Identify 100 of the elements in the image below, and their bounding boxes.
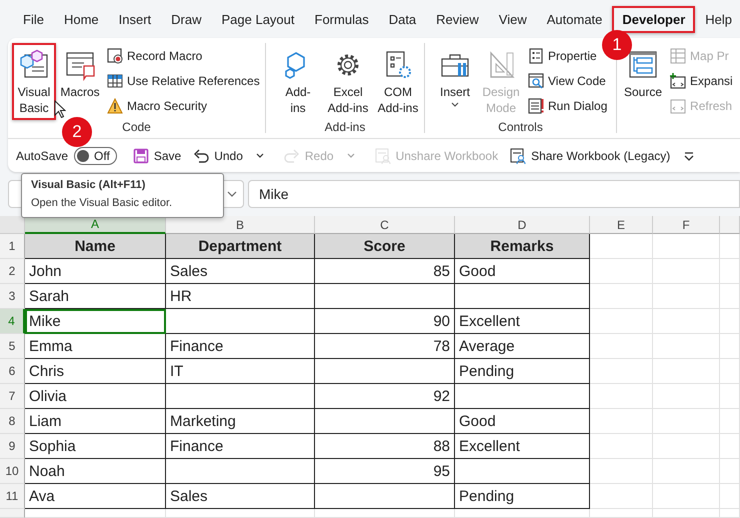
ribbon-button[interactable]: Expansi bbox=[668, 68, 735, 93]
ribbon-button[interactable]: Use Relative References bbox=[105, 68, 262, 93]
row-header[interactable]: 3 bbox=[0, 284, 25, 309]
ribbon-tab[interactable]: Draw bbox=[161, 6, 212, 32]
table-cell: Marketing bbox=[166, 409, 315, 434]
ribbon-tab[interactable]: Automate bbox=[536, 6, 612, 32]
map-table-icon bbox=[670, 48, 686, 64]
table-cell bbox=[590, 284, 653, 309]
ribbon-tab[interactable]: Help bbox=[695, 6, 740, 32]
column-header[interactable]: C bbox=[315, 216, 455, 234]
table-cell: Excellent bbox=[455, 309, 590, 334]
table-cell bbox=[653, 384, 720, 409]
caret-icon bbox=[451, 102, 459, 107]
table-cell bbox=[653, 309, 720, 334]
table-cell bbox=[720, 284, 740, 309]
record-icon bbox=[107, 48, 123, 64]
row-header[interactable]: 5 bbox=[0, 334, 25, 359]
tooltip-title: Visual Basic (Alt+F11) bbox=[31, 179, 146, 191]
table-cell bbox=[590, 359, 653, 384]
ribbon-button[interactable]: Insert bbox=[433, 43, 477, 120]
ribbon-tab[interactable]: Page Layout bbox=[212, 6, 305, 32]
table-cell bbox=[590, 409, 653, 434]
table-cell: Pending bbox=[455, 484, 590, 509]
table-cell bbox=[590, 309, 653, 334]
ribbon-button[interactable]: Visual Basic bbox=[12, 43, 56, 120]
column-header[interactable]: D bbox=[455, 216, 590, 234]
row-header[interactable]: 9 bbox=[0, 434, 25, 459]
row-header[interactable]: 8 bbox=[0, 409, 25, 434]
table-cell: Score bbox=[315, 234, 455, 259]
ribbon-button[interactable]: Excel Add-ins bbox=[326, 43, 370, 120]
table-cell: Sales bbox=[166, 259, 315, 284]
table-cell bbox=[653, 434, 720, 459]
toolbar-button[interactable]: Undo bbox=[189, 146, 268, 166]
row-header[interactable]: 10 bbox=[0, 459, 25, 484]
table-cell: 88 bbox=[315, 434, 455, 459]
table-cell bbox=[653, 409, 720, 434]
table-cell: 85 bbox=[315, 259, 455, 284]
table-cell bbox=[653, 284, 720, 309]
table-cell: 78 bbox=[315, 334, 455, 359]
ribbon-tab[interactable]: Data bbox=[378, 6, 426, 32]
properties-icon bbox=[528, 48, 544, 64]
table-cell bbox=[590, 384, 653, 409]
table-cell: Ava bbox=[25, 484, 166, 509]
toolbar-button[interactable]: Save bbox=[128, 146, 186, 166]
ribbon-tab[interactable]: File bbox=[13, 6, 54, 32]
ribbon-tab[interactable]: Formulas bbox=[304, 6, 379, 32]
table-cell: Good bbox=[455, 259, 590, 284]
ribbon-button[interactable]: Record Macro bbox=[105, 43, 204, 68]
table-cell: John bbox=[25, 259, 166, 284]
ribbon-tab[interactable]: Review bbox=[426, 6, 489, 32]
row-header[interactable]: 2 bbox=[0, 259, 25, 284]
table-cell bbox=[720, 409, 740, 434]
expansion-pack-icon bbox=[670, 72, 686, 88]
ribbon-button[interactable]: COM Add-ins bbox=[376, 43, 420, 120]
row-header[interactable]: 1 bbox=[0, 234, 25, 259]
ribbon-tab[interactable]: Home bbox=[54, 6, 109, 32]
ribbon-button[interactable]: Macro Security bbox=[105, 93, 210, 118]
table-cell: Remarks bbox=[455, 234, 590, 259]
refresh-data-icon bbox=[670, 98, 686, 114]
table-cell: Department bbox=[166, 234, 315, 259]
table-cell: Sophia bbox=[25, 434, 166, 459]
cursor-icon bbox=[54, 100, 66, 118]
toolbar-button[interactable]: Share Workbook (Legacy) bbox=[506, 146, 674, 166]
ribbon-button[interactable]: Run Dialog bbox=[526, 93, 610, 118]
ribbon-tab[interactable]: View bbox=[488, 6, 537, 32]
caret-icon bbox=[256, 153, 264, 158]
table-cell: 95 bbox=[315, 459, 455, 484]
select-all-corner[interactable] bbox=[0, 216, 25, 234]
column-header[interactable]: F bbox=[653, 216, 720, 234]
ribbon-tab[interactable]: Developer bbox=[612, 6, 696, 32]
column-header[interactable] bbox=[720, 216, 740, 234]
dialog-icon bbox=[528, 98, 544, 114]
table-cell: Finance bbox=[166, 334, 315, 359]
column-header[interactable]: B bbox=[166, 216, 315, 234]
ribbon-button[interactable]: View Code bbox=[526, 68, 608, 93]
autosave-toggle[interactable]: Off bbox=[74, 146, 117, 164]
row-header[interactable]: 7 bbox=[0, 384, 25, 409]
table-cell bbox=[653, 459, 720, 484]
table-cell: Average bbox=[455, 334, 590, 359]
row-header[interactable] bbox=[0, 509, 25, 518]
column-header[interactable]: E bbox=[590, 216, 653, 234]
row-header[interactable]: 11 bbox=[0, 484, 25, 509]
caret-icon bbox=[346, 153, 355, 158]
ribbon-button[interactable]: Macros bbox=[58, 43, 102, 120]
table-cell bbox=[590, 334, 653, 359]
table-cell: IT bbox=[166, 359, 315, 384]
table-cell bbox=[590, 509, 653, 518]
formula-field[interactable]: Mike bbox=[248, 180, 740, 208]
table-cell bbox=[720, 234, 740, 259]
grid-icon bbox=[107, 72, 123, 88]
ribbon-tab[interactable]: Insert bbox=[108, 6, 162, 32]
ribbon-button[interactable]: Add- ins bbox=[276, 43, 320, 120]
row-header[interactable]: 6 bbox=[0, 359, 25, 384]
ribbon-button[interactable]: Propertie bbox=[526, 43, 599, 68]
table-cell bbox=[720, 334, 740, 359]
redo-arrow-icon bbox=[284, 148, 300, 164]
caret-icon bbox=[227, 191, 237, 197]
table-cell bbox=[720, 384, 740, 409]
row-header[interactable]: 4 bbox=[0, 309, 25, 334]
table-cell: Excellent bbox=[455, 434, 590, 459]
